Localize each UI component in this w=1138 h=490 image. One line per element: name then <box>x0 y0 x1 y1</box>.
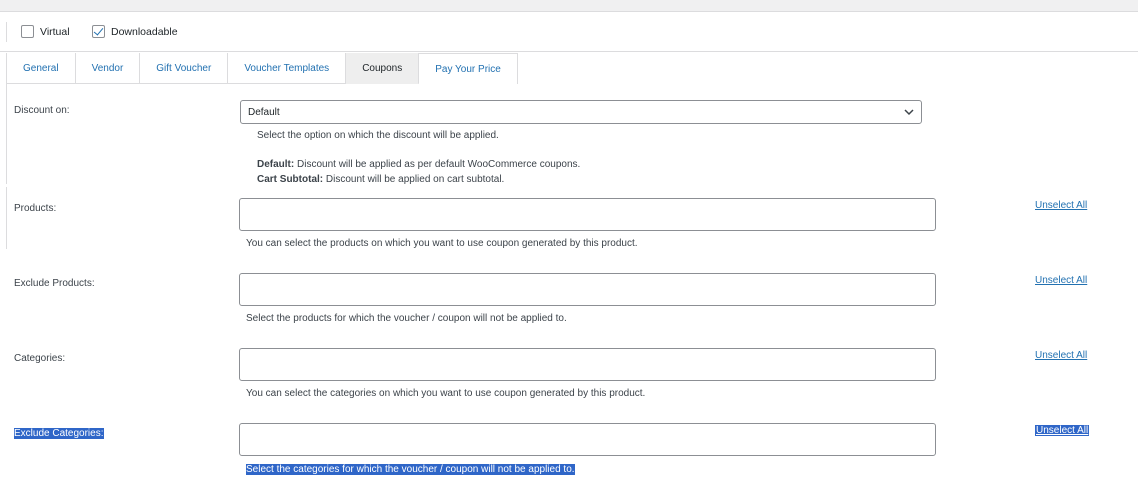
exclude-products-label: Exclude Products: <box>14 278 95 289</box>
exclude-categories-label: Exclude Categories: <box>14 428 104 439</box>
discount-cart-note: Cart Subtotal: Discount will be applied … <box>257 174 504 185</box>
virtual-checkbox[interactable] <box>21 25 34 38</box>
discount-on-select[interactable]: Default <box>240 100 922 124</box>
exclude-categories-description-text: Select the categories for which the vouc… <box>246 464 575 475</box>
products-label: Products: <box>14 203 57 214</box>
categories-unselect-all-link[interactable]: Unselect All <box>1035 350 1087 361</box>
product-type-bar: Virtual Downloadable <box>0 12 1138 52</box>
exclude-products-input[interactable] <box>239 273 936 306</box>
categories-description: You can select the categories on which y… <box>246 388 646 399</box>
divider <box>6 22 7 42</box>
discount-default-note: Default: Discount will be applied as per… <box>257 159 580 170</box>
exclude-categories-input[interactable] <box>239 423 936 456</box>
virtual-option[interactable]: Virtual <box>21 25 70 38</box>
default-text: Discount will be applied as per default … <box>297 159 581 170</box>
virtual-label: Virtual <box>40 25 70 38</box>
tab-general[interactable]: General <box>7 53 76 84</box>
discount-on-description: Select the option on which the discount … <box>257 130 499 141</box>
products-input[interactable] <box>239 198 936 231</box>
panel-rule <box>6 187 7 249</box>
tab-pay-your-price[interactable]: Pay Your Price <box>419 53 518 84</box>
exclude-categories-description: Select the categories for which the vouc… <box>246 464 575 475</box>
products-description: You can select the products on which you… <box>246 238 638 249</box>
products-unselect-all-link[interactable]: Unselect All <box>1035 200 1087 211</box>
downloadable-checkbox[interactable] <box>92 25 105 38</box>
discount-on-selected: Default <box>248 106 280 118</box>
cart-term: Cart Subtotal: <box>257 174 324 185</box>
exclude-categories-unselect-all-link[interactable]: Unselect All <box>1035 425 1090 436</box>
discount-on-label: Discount on: <box>14 105 70 116</box>
tab-voucher-templates[interactable]: Voucher Templates <box>228 53 347 84</box>
downloadable-label: Downloadable <box>111 25 178 38</box>
downloadable-option[interactable]: Downloadable <box>92 25 178 38</box>
panel-rule <box>6 84 7 184</box>
default-term: Default: <box>257 159 295 170</box>
cart-text: Discount will be applied on cart subtota… <box>325 174 505 185</box>
tab-gift-voucher[interactable]: Gift Voucher <box>140 53 229 84</box>
top-strip <box>0 0 1138 12</box>
product-data-tabs: General Vendor Gift Voucher Voucher Temp… <box>6 53 518 84</box>
exclude-products-description: Select the products for which the vouche… <box>246 313 567 324</box>
categories-label: Categories: <box>14 353 66 364</box>
exclude-categories-label-text: Exclude Categories: <box>14 428 104 439</box>
tab-coupons[interactable]: Coupons <box>346 53 420 84</box>
chevron-down-icon <box>904 109 914 116</box>
tab-vendor[interactable]: Vendor <box>75 53 141 84</box>
exclude-products-unselect-all-link[interactable]: Unselect All <box>1035 275 1087 286</box>
categories-input[interactable] <box>239 348 936 381</box>
